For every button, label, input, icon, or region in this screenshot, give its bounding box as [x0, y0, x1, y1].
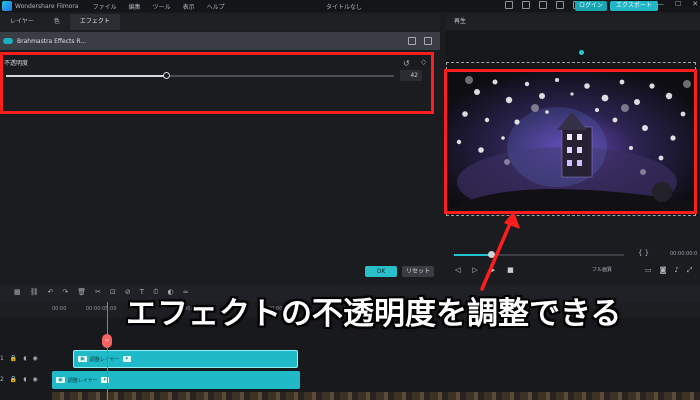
link-icon[interactable]: ⛓: [30, 288, 39, 297]
speaker-icon[interactable]: ◖: [23, 355, 26, 362]
clip-label: 調整レイヤー: [89, 356, 120, 363]
tab-layer[interactable]: レイヤー: [0, 14, 44, 30]
filmora-window: Wondershare Filmora ファイル 編集 ツール 表示 ヘルプ タ…: [0, 0, 700, 400]
window-title: タイトルなし: [326, 4, 363, 11]
eye-icon[interactable]: ◉: [32, 355, 37, 362]
quality-select[interactable]: フル画質: [592, 266, 612, 273]
title-bar: Wondershare Filmora ファイル 編集 ツール 表示 ヘルプ タ…: [0, 0, 700, 12]
layer-icon: ▣: [78, 356, 87, 362]
volume-icon[interactable]: ♪: [674, 266, 678, 275]
tab-color[interactable]: 色: [44, 14, 70, 30]
ruler-label: 00:00:05:00: [86, 306, 117, 312]
annotation-arrow: [480, 211, 520, 291]
track-index: 2: [0, 376, 4, 383]
minimize-icon[interactable]: —: [657, 0, 664, 8]
caption-text: エフェクトの不透明度を調整できる: [126, 296, 622, 332]
ok-button[interactable]: OK: [365, 266, 397, 277]
highlight-box-opacity: [0, 52, 434, 114]
adjustment-layer-clip[interactable]: ▣ 調整レイヤー ✦: [52, 371, 300, 389]
menu-tools[interactable]: ツール: [153, 2, 171, 11]
keyframe-diamond-icon[interactable]: ◇: [421, 58, 426, 66]
cloud-icon[interactable]: [539, 1, 547, 9]
tab-effect[interactable]: エフェクト: [69, 14, 120, 30]
ruler-label: 00:00: [52, 306, 67, 312]
mark-in-out-icon[interactable]: { }: [638, 249, 649, 257]
rotate-handle[interactable]: [579, 50, 584, 55]
preview-timecode: 00:00:00:0: [670, 251, 698, 257]
fullscreen-icon[interactable]: ⤢: [687, 266, 693, 275]
reset-button[interactable]: リセット: [402, 266, 434, 277]
filmora-logo-icon: [2, 1, 12, 11]
menu-edit[interactable]: 編集: [129, 2, 141, 11]
opacity-value-input[interactable]: 42: [400, 70, 422, 81]
preview-tools: ▭ ◙ ♪ ⤢: [645, 266, 693, 275]
close-icon[interactable]: ✕: [692, 0, 698, 8]
menu-file[interactable]: ファイル: [93, 2, 117, 11]
lock-icon[interactable]: 🔒: [10, 376, 17, 383]
layer-icon: ▣: [56, 377, 65, 383]
snapshot-icon[interactable]: ◙: [660, 266, 667, 275]
preview-video-frame: [447, 72, 694, 211]
save-icon[interactable]: [522, 1, 530, 9]
grid-icon[interactable]: ▦: [14, 288, 21, 297]
eye-icon[interactable]: ◉: [32, 376, 37, 383]
redo-icon[interactable]: ↷: [62, 288, 68, 297]
video-clip-filmstrip[interactable]: [52, 392, 700, 400]
clip-label: 調整レイヤー: [67, 377, 98, 384]
effect-row: Brahmastra Effects R...: [0, 32, 440, 50]
speaker-icon[interactable]: ◖: [23, 376, 26, 383]
menu-bar: ファイル 編集 ツール 表示 ヘルプ: [93, 2, 225, 11]
effect-badge-icon: ✦: [122, 356, 131, 362]
effect-row-actions: [408, 37, 432, 45]
titlebar-icons: [505, 1, 581, 9]
track-index: 1: [0, 355, 4, 362]
trash-icon[interactable]: [408, 37, 416, 45]
login-button[interactable]: ログイン: [575, 1, 608, 11]
effect-name: Brahmastra Effects R...: [17, 37, 87, 45]
lock-icon[interactable]: 🔒: [10, 355, 17, 362]
preview-header: 再生: [446, 14, 700, 30]
crop-icon[interactable]: ⊡: [110, 288, 116, 297]
window-controls: — ☐ ✕: [657, 0, 698, 8]
maximize-icon[interactable]: ☐: [675, 0, 681, 8]
reset-icon[interactable]: ↺: [403, 59, 410, 68]
export-button[interactable]: エクスポート: [610, 1, 658, 11]
cut-icon[interactable]: ✂: [95, 288, 101, 297]
display-icon[interactable]: ▭: [645, 266, 652, 275]
property-tabs: レイヤー 色 エフェクト: [0, 14, 440, 30]
effect-toggle[interactable]: [3, 38, 13, 44]
refresh-icon[interactable]: [424, 37, 432, 45]
track-header-2: 2 🔒 ◖ ◉: [0, 376, 50, 383]
undo-icon[interactable]: ↶: [48, 288, 54, 297]
delete-icon[interactable]: 🗑: [77, 288, 86, 297]
monitor-icon[interactable]: [505, 1, 513, 9]
track-header-1: 1 🔒 ◖ ◉: [0, 355, 50, 362]
menu-help[interactable]: ヘルプ: [207, 2, 225, 11]
opacity-slider-fill: [6, 75, 166, 77]
opacity-slider-knob[interactable]: [163, 72, 170, 79]
gift-icon[interactable]: [556, 1, 564, 9]
app-name: Wondershare Filmora: [15, 2, 79, 10]
playhead-line[interactable]: [107, 302, 108, 400]
prev-frame-icon[interactable]: ◁: [455, 266, 460, 274]
menu-view[interactable]: 表示: [183, 2, 195, 11]
playhead-handle[interactable]: ✂: [102, 334, 112, 348]
opacity-label: 不透明度: [4, 60, 29, 67]
highlight-box-preview: [444, 69, 697, 214]
